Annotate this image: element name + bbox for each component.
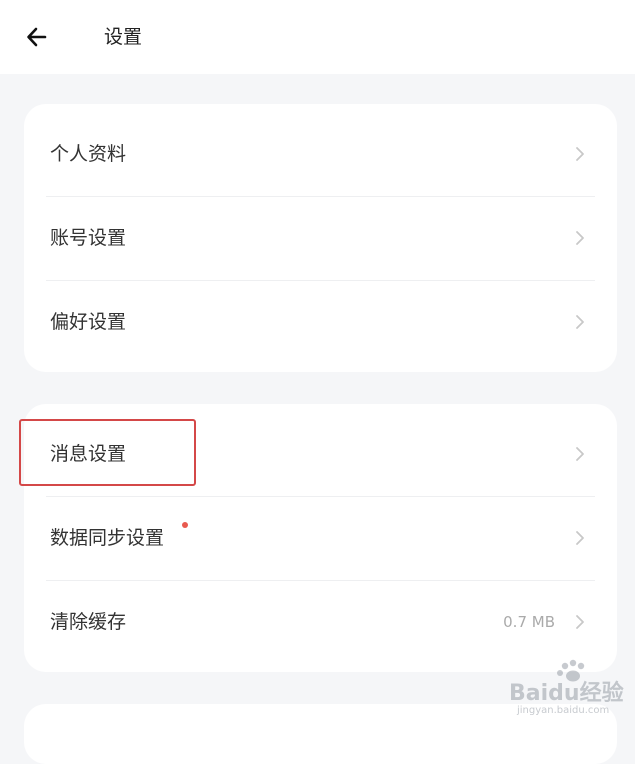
settings-group-1: 个人资料 账号设置 偏好设置: [24, 104, 617, 372]
settings-item-profile[interactable]: 个人资料: [24, 112, 617, 196]
settings-item-clear-cache[interactable]: 清除缓存 0.7 MB: [24, 580, 617, 664]
arrow-left-icon: [27, 27, 47, 47]
top-bar: 设置: [0, 0, 635, 74]
chevron-right-icon: [576, 615, 584, 629]
svg-text:jingyan.baidu.com: jingyan.baidu.com: [516, 705, 609, 716]
settings-item-account[interactable]: 账号设置: [24, 196, 617, 280]
settings-item-label: 个人资料: [50, 143, 127, 165]
chevron-right-icon: [576, 531, 584, 545]
settings-item-label: 偏好设置: [50, 311, 127, 333]
settings-item-label: 数据同步设置: [50, 527, 165, 549]
settings-item-label: 清除缓存: [50, 611, 127, 633]
chevron-right-icon: [576, 315, 584, 329]
notification-dot: [182, 522, 188, 528]
settings-item-data-sync[interactable]: 数据同步设置: [24, 496, 617, 580]
settings-item-preferences[interactable]: 偏好设置: [24, 280, 617, 364]
watermark-logo: Baidu经验 jingyan.baidu.com: [509, 659, 624, 716]
back-button[interactable]: [20, 20, 54, 54]
svg-text:Baidu经验: Baidu经验: [509, 680, 624, 706]
settings-item-label: 账号设置: [50, 227, 127, 249]
highlight-annotation-box: [19, 419, 196, 486]
baidu-jingyan-watermark: Baidu经验 jingyan.baidu.com: [507, 658, 625, 720]
cache-size-value: 0.7 MB: [503, 613, 555, 631]
page-title: 设置: [104, 26, 143, 48]
chevron-right-icon: [576, 447, 584, 461]
chevron-right-icon: [576, 147, 584, 161]
chevron-right-icon: [576, 231, 584, 245]
